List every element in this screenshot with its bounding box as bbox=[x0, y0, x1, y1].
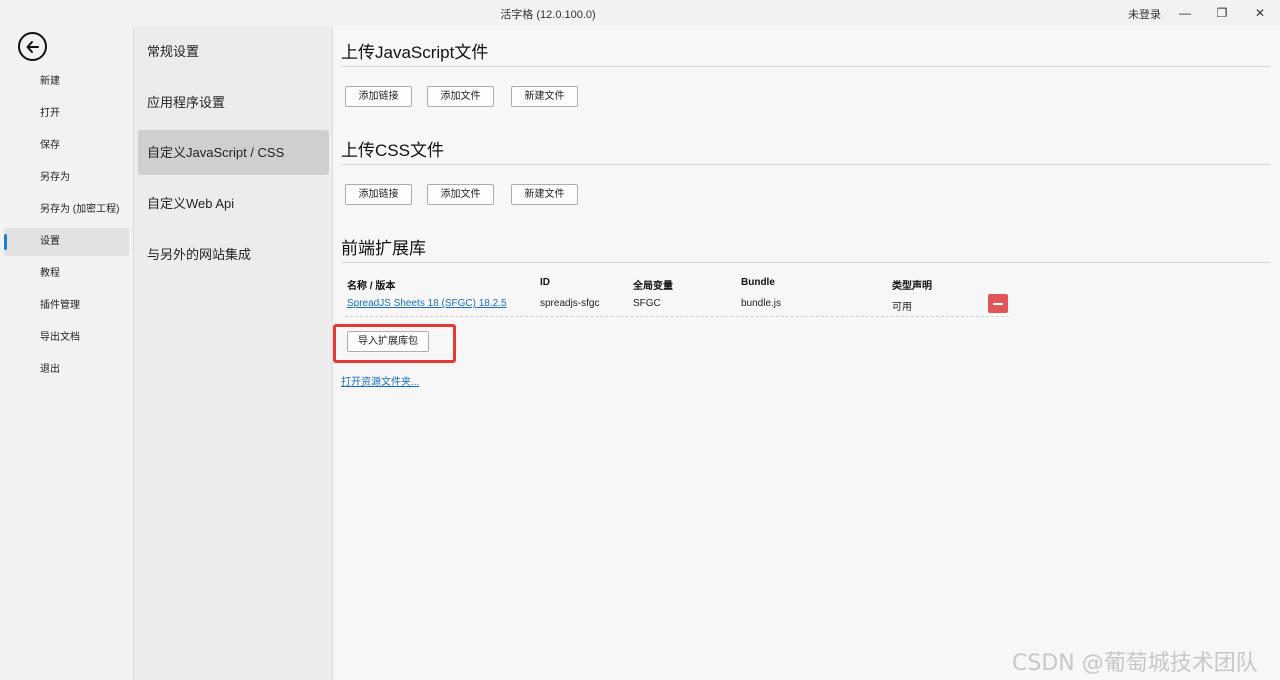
css-new-file-button[interactable]: 新建文件 bbox=[511, 184, 578, 205]
settings-item-custom-js-css[interactable]: 自定义JavaScript / CSS bbox=[138, 130, 329, 175]
close-icon: ✕ bbox=[1254, 6, 1266, 20]
back-arrow-icon bbox=[26, 40, 39, 53]
restore-icon: ❐ bbox=[1216, 6, 1228, 20]
nav-item-save[interactable]: 保存 bbox=[4, 132, 129, 160]
column-header-global: 全局变量 bbox=[633, 281, 673, 292]
nav-item-plugin-management[interactable]: 插件管理 bbox=[4, 292, 129, 320]
watermark: CSDN @葡萄城技术团队 bbox=[1012, 651, 1258, 676]
restore-button[interactable]: ❐ bbox=[1207, 0, 1237, 26]
close-button[interactable]: ✕ bbox=[1245, 0, 1275, 26]
ext-row-id: spreadjs-sfgc bbox=[540, 298, 600, 309]
minimize-icon: — bbox=[1179, 6, 1191, 20]
css-section-title: 上传CSS文件 bbox=[341, 141, 444, 160]
nav-item-settings[interactable]: 设置 bbox=[4, 228, 129, 256]
settings-item-web-api[interactable]: 自定义Web Api bbox=[138, 181, 329, 226]
column-header-bundle: Bundle bbox=[741, 277, 775, 288]
nav-item-tutorial[interactable]: 教程 bbox=[4, 260, 129, 288]
row-separator bbox=[345, 316, 1009, 317]
css-add-link-button[interactable]: 添加链接 bbox=[345, 184, 412, 205]
ext-divider bbox=[341, 262, 1270, 263]
css-add-file-button[interactable]: 添加文件 bbox=[427, 184, 494, 205]
import-extension-package-button[interactable]: 导入扩展库包 bbox=[347, 331, 429, 352]
ext-row-bundle: bundle.js bbox=[741, 298, 782, 309]
ext-row-global: SFGC bbox=[633, 298, 661, 309]
minimize-button[interactable]: — bbox=[1170, 0, 1200, 26]
title-bar: 活字格 (12.0.100.0) 未登录 — ❐ ✕ bbox=[0, 0, 1280, 26]
nav-item-new[interactable]: 新建 bbox=[4, 68, 129, 96]
login-status[interactable]: 未登录 bbox=[1128, 6, 1161, 22]
open-resource-folder-link[interactable]: 打开资源文件夹... bbox=[341, 373, 419, 388]
js-new-file-button[interactable]: 新建文件 bbox=[511, 86, 578, 107]
ext-row-name-link[interactable]: SpreadJS Sheets 18 (SFGC) 18.2.5 bbox=[347, 298, 507, 309]
ext-section-title: 前端扩展库 bbox=[341, 239, 426, 258]
settings-item-app[interactable]: 应用程序设置 bbox=[138, 80, 329, 125]
settings-item-site-integration[interactable]: 与另外的网站集成 bbox=[138, 232, 329, 277]
nav-item-exit[interactable]: 退出 bbox=[4, 356, 129, 384]
js-section-title: 上传JavaScript文件 bbox=[341, 43, 489, 62]
nav-item-save-as-encrypted[interactable]: 另存为 (加密工程) bbox=[4, 196, 129, 224]
back-button[interactable] bbox=[18, 32, 47, 61]
settings-nav: 常规设置 应用程序设置 自定义JavaScript / CSS 自定义Web A… bbox=[133, 26, 333, 680]
content-panel: 上传JavaScript文件 添加链接 添加文件 新建文件 上传CSS文件 添加… bbox=[333, 26, 1280, 680]
column-header-name: 名称 / 版本 bbox=[347, 281, 396, 292]
left-nav: 新建 打开 保存 另存为 另存为 (加密工程) 设置 教程 插件管理 导出文档 … bbox=[0, 26, 133, 680]
js-divider bbox=[341, 66, 1270, 67]
nav-item-save-as[interactable]: 另存为 bbox=[4, 164, 129, 192]
window-title: 活字格 (12.0.100.0) bbox=[500, 9, 596, 21]
css-divider bbox=[341, 164, 1270, 165]
nav-item-export-docs[interactable]: 导出文档 bbox=[4, 324, 129, 352]
js-add-file-button[interactable]: 添加文件 bbox=[427, 86, 494, 107]
settings-item-general[interactable]: 常规设置 bbox=[138, 29, 329, 74]
column-header-typedef: 类型声明 bbox=[892, 281, 932, 292]
nav-item-open[interactable]: 打开 bbox=[4, 100, 129, 128]
column-header-id: ID bbox=[540, 277, 550, 288]
js-add-link-button[interactable]: 添加链接 bbox=[345, 86, 412, 107]
minus-icon bbox=[993, 302, 1003, 305]
ext-row-typedef: 可用 bbox=[892, 302, 912, 313]
remove-extension-button[interactable] bbox=[988, 294, 1008, 313]
